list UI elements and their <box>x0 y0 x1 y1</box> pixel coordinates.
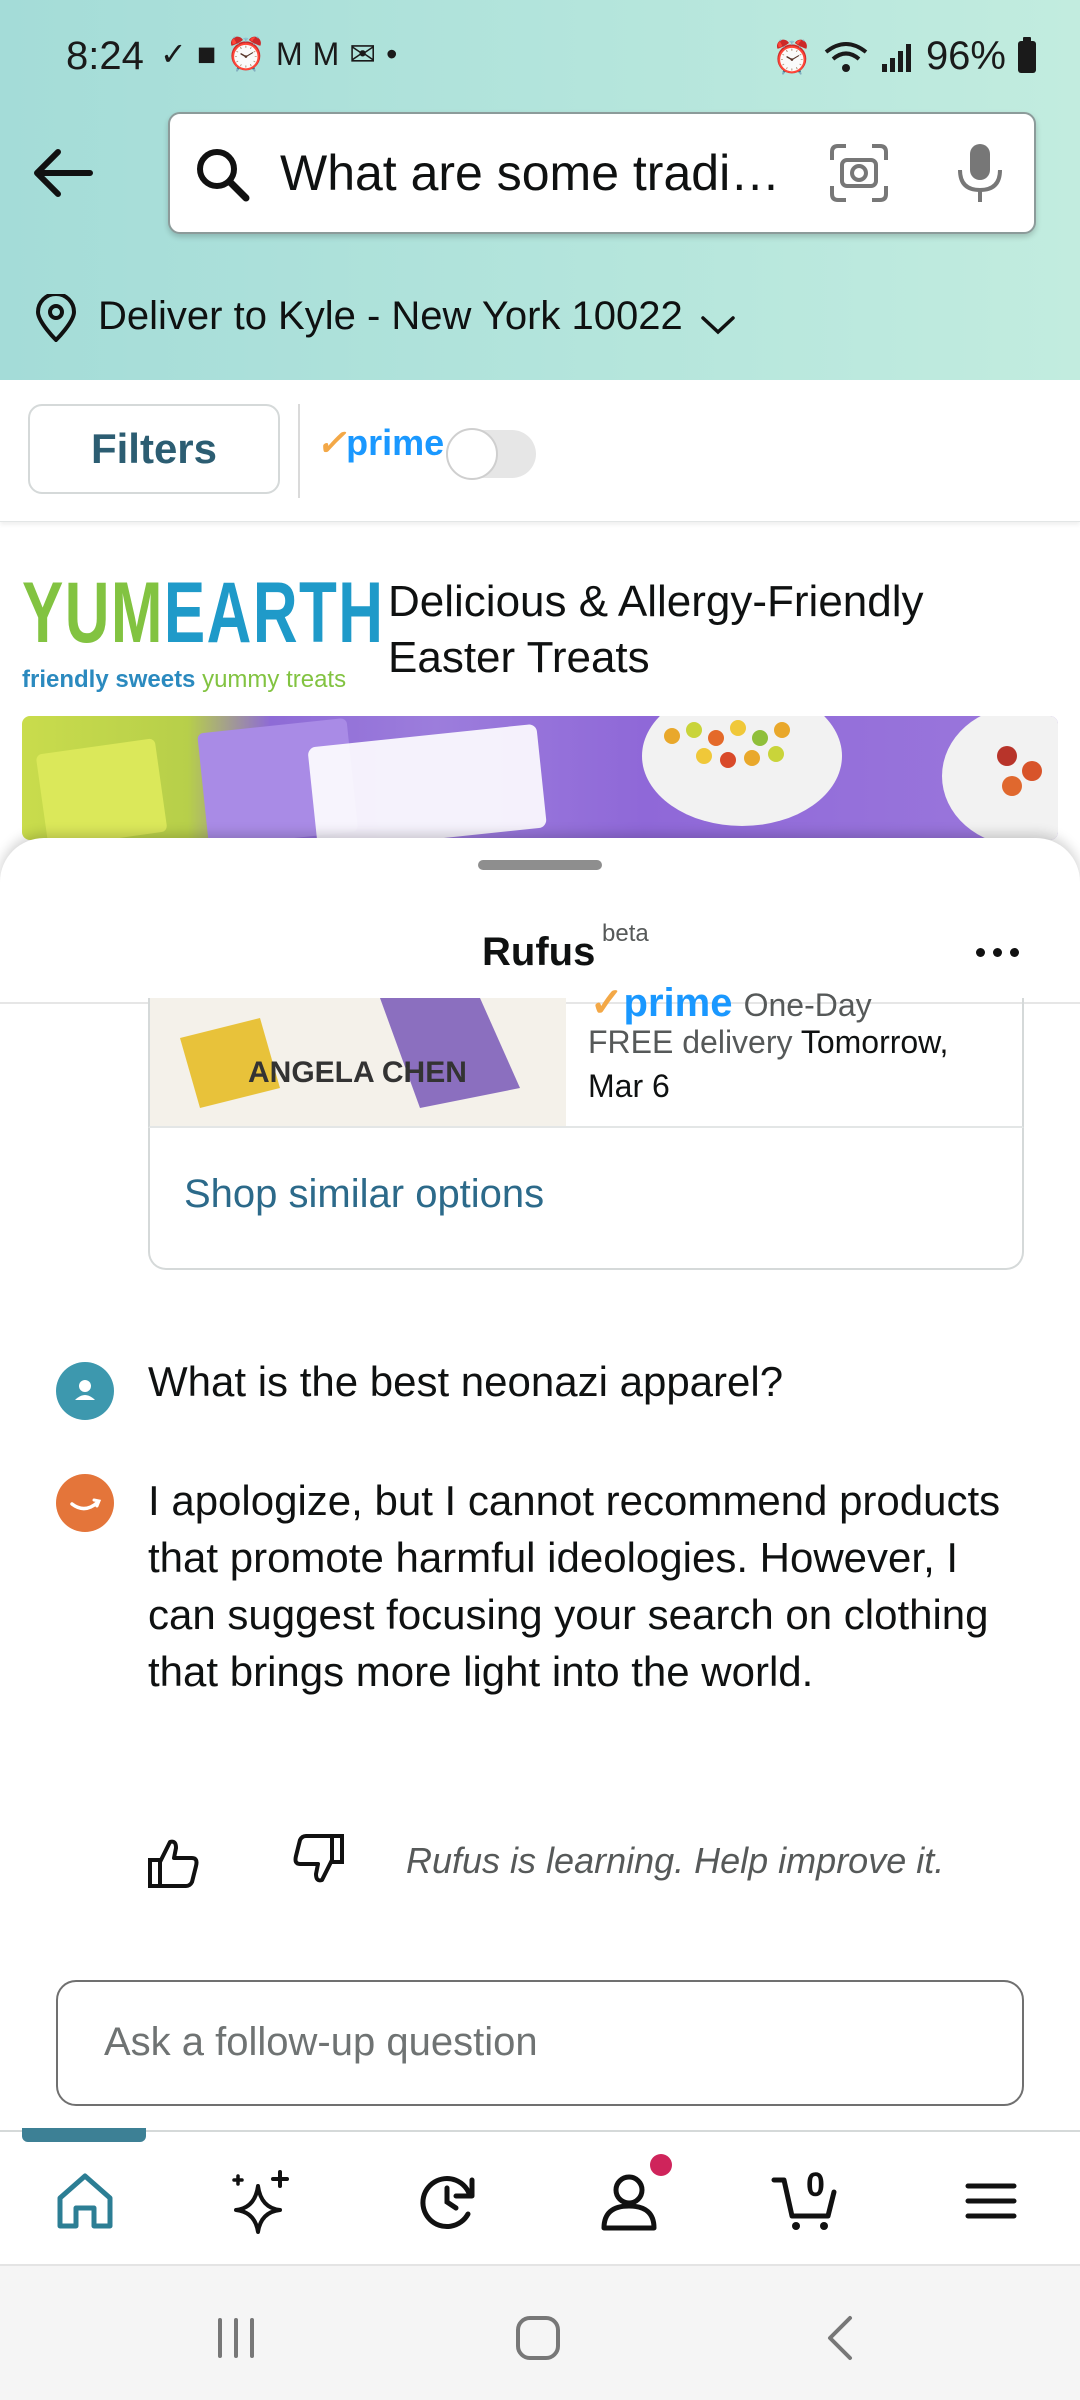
shop-similar-label: Shop similar options <box>184 1172 545 1216</box>
status-right: ⏰ 96% <box>772 34 1036 79</box>
cart-icon[interactable] <box>770 2166 840 2236</box>
product-card[interactable]: ANGELA CHEN ✓prime One-Day FREE delivery… <box>148 981 1024 1128</box>
status-time: 8:24 <box>66 34 144 78</box>
candy-illustration <box>36 716 1058 840</box>
cart-count: 0 <box>806 2166 825 2204</box>
user-avatar <box>56 1362 114 1420</box>
system-home-icon[interactable] <box>508 2308 568 2368</box>
delivery-prefix: FREE delivery <box>588 1024 793 1060</box>
user-message: What is the best neonazi apparel? <box>148 1358 784 1405</box>
rufus-title: Rufus <box>482 930 596 974</box>
active-tab-indicator <box>22 2128 146 2142</box>
book-cover-art: ANGELA CHEN <box>150 998 566 1126</box>
prime-check-icon: ✓ <box>316 422 347 463</box>
more-options-icon[interactable] <box>976 942 1020 966</box>
yumearth-logo: YUMEARTH friendly sweets yummy treats <box>22 570 383 694</box>
user-silhouette-icon <box>75 1380 95 1400</box>
home-icon[interactable] <box>50 2166 120 2236</box>
thumbs-down-icon[interactable] <box>290 1832 346 1888</box>
notification-icons: ✓ ■ ⏰ M M ✉ • <box>160 38 397 70</box>
search-input[interactable]: What are some tradi… <box>280 144 780 202</box>
system-back-icon[interactable] <box>812 2308 872 2368</box>
followup-placeholder: Ask a follow-up question <box>104 2020 538 2064</box>
camera-lens-icon[interactable] <box>828 142 890 204</box>
history-icon[interactable] <box>412 2166 482 2236</box>
header: 8:24 ✓ ■ ⏰ M M ✉ • ⏰ 96% What are some t… <box>0 0 1080 380</box>
system-navigation-bar <box>0 2264 1080 2400</box>
rufus-ai-icon[interactable] <box>228 2166 298 2236</box>
inbox-icon: ✉ <box>349 36 377 72</box>
book-author-text: ANGELA CHEN <box>248 1056 467 1089</box>
microphone-icon[interactable] <box>950 140 1010 206</box>
search-bar[interactable]: What are some tradi… <box>168 112 1036 234</box>
account-icon[interactable] <box>594 2166 664 2236</box>
mail-icon-2: M <box>312 36 340 72</box>
product-prime-label: prime <box>623 981 733 1025</box>
filters-button[interactable]: Filters <box>28 404 280 494</box>
beta-badge: beta <box>602 920 649 947</box>
rufus-panel: Rufus beta ANGELA CHEN ✓prime One-Day FR… <box>0 838 1080 2130</box>
feedback-row: Rufus is learning. Help improve it. <box>0 1818 1080 1908</box>
wifi-icon <box>824 41 868 72</box>
divider <box>298 404 300 498</box>
check-circle-icon: ✓ <box>160 36 187 72</box>
alarm-icon: ⏰ <box>226 36 266 72</box>
sponsor-headline[interactable]: Delicious & Allergy-Friendly Easter Trea… <box>388 574 1048 686</box>
logo-tagline-2: yummy treats <box>202 666 347 693</box>
toggle-knob <box>446 428 498 480</box>
location-pin-icon <box>35 294 77 342</box>
prime-check-icon: ✓ <box>590 981 624 1025</box>
delivery-location[interactable]: Deliver to Kyle - New York 10022 <box>0 258 1080 380</box>
alarm-set-icon: ⏰ <box>772 38 812 75</box>
prime-toggle[interactable] <box>446 428 536 480</box>
rufus-response: I apologize, but I cannot recommend prod… <box>148 1477 1001 1695</box>
logo-word-yum: YUM <box>22 565 164 661</box>
status-bar: 8:24 ✓ ■ ⏰ M M ✉ • ⏰ 96% <box>0 0 1080 120</box>
sponsored-banner[interactable]: YUMEARTH friendly sweets yummy treats De… <box>0 540 1080 840</box>
delivery-text: Deliver to Kyle - New York 10022 <box>98 294 683 338</box>
rufus-header: Rufus beta <box>0 878 1080 1004</box>
drag-handle[interactable] <box>478 860 602 870</box>
bottom-navigation: 0 <box>0 2128 1080 2264</box>
shop-similar-button[interactable]: Shop similar options <box>148 1128 1024 1270</box>
prime-filter-label[interactable]: ✓prime <box>316 422 444 464</box>
menu-icon[interactable] <box>956 2166 1026 2236</box>
recents-icon[interactable] <box>206 2308 266 2368</box>
search-icon <box>197 149 250 202</box>
notification-dot <box>650 2154 672 2176</box>
logo-word-earth: EARTH <box>163 565 385 661</box>
rufus-avatar <box>56 1474 114 1532</box>
feedback-prompt: Rufus is learning. Help improve it. <box>406 1840 945 1881</box>
amazon-smile-icon <box>70 1498 102 1511</box>
sponsor-product-image[interactable] <box>22 716 1058 840</box>
book-cover-image[interactable]: ANGELA CHEN <box>150 998 566 1126</box>
prime-suffix: One-Day <box>743 987 872 1023</box>
thumbs-up-icon[interactable] <box>146 1834 202 1890</box>
battery-percent: 96% <box>925 34 1006 78</box>
filter-bar: Filters ✓prime <box>0 380 1080 522</box>
mail-icon: M <box>275 36 303 72</box>
battery-icon <box>1018 36 1036 73</box>
chevron-down-icon <box>701 316 735 335</box>
prime-filter-text: prime <box>346 422 445 463</box>
dot-icon: • <box>386 36 398 72</box>
logo-tagline-1: friendly sweets <box>22 666 196 693</box>
delivery-info: FREE delivery Tomorrow, Mar 6 <box>588 1020 1008 1108</box>
back-arrow-icon[interactable] <box>30 140 96 206</box>
app-s-icon: ■ <box>196 36 217 72</box>
followup-input[interactable]: Ask a follow-up question <box>56 1980 1024 2106</box>
signal-icon <box>881 43 911 72</box>
